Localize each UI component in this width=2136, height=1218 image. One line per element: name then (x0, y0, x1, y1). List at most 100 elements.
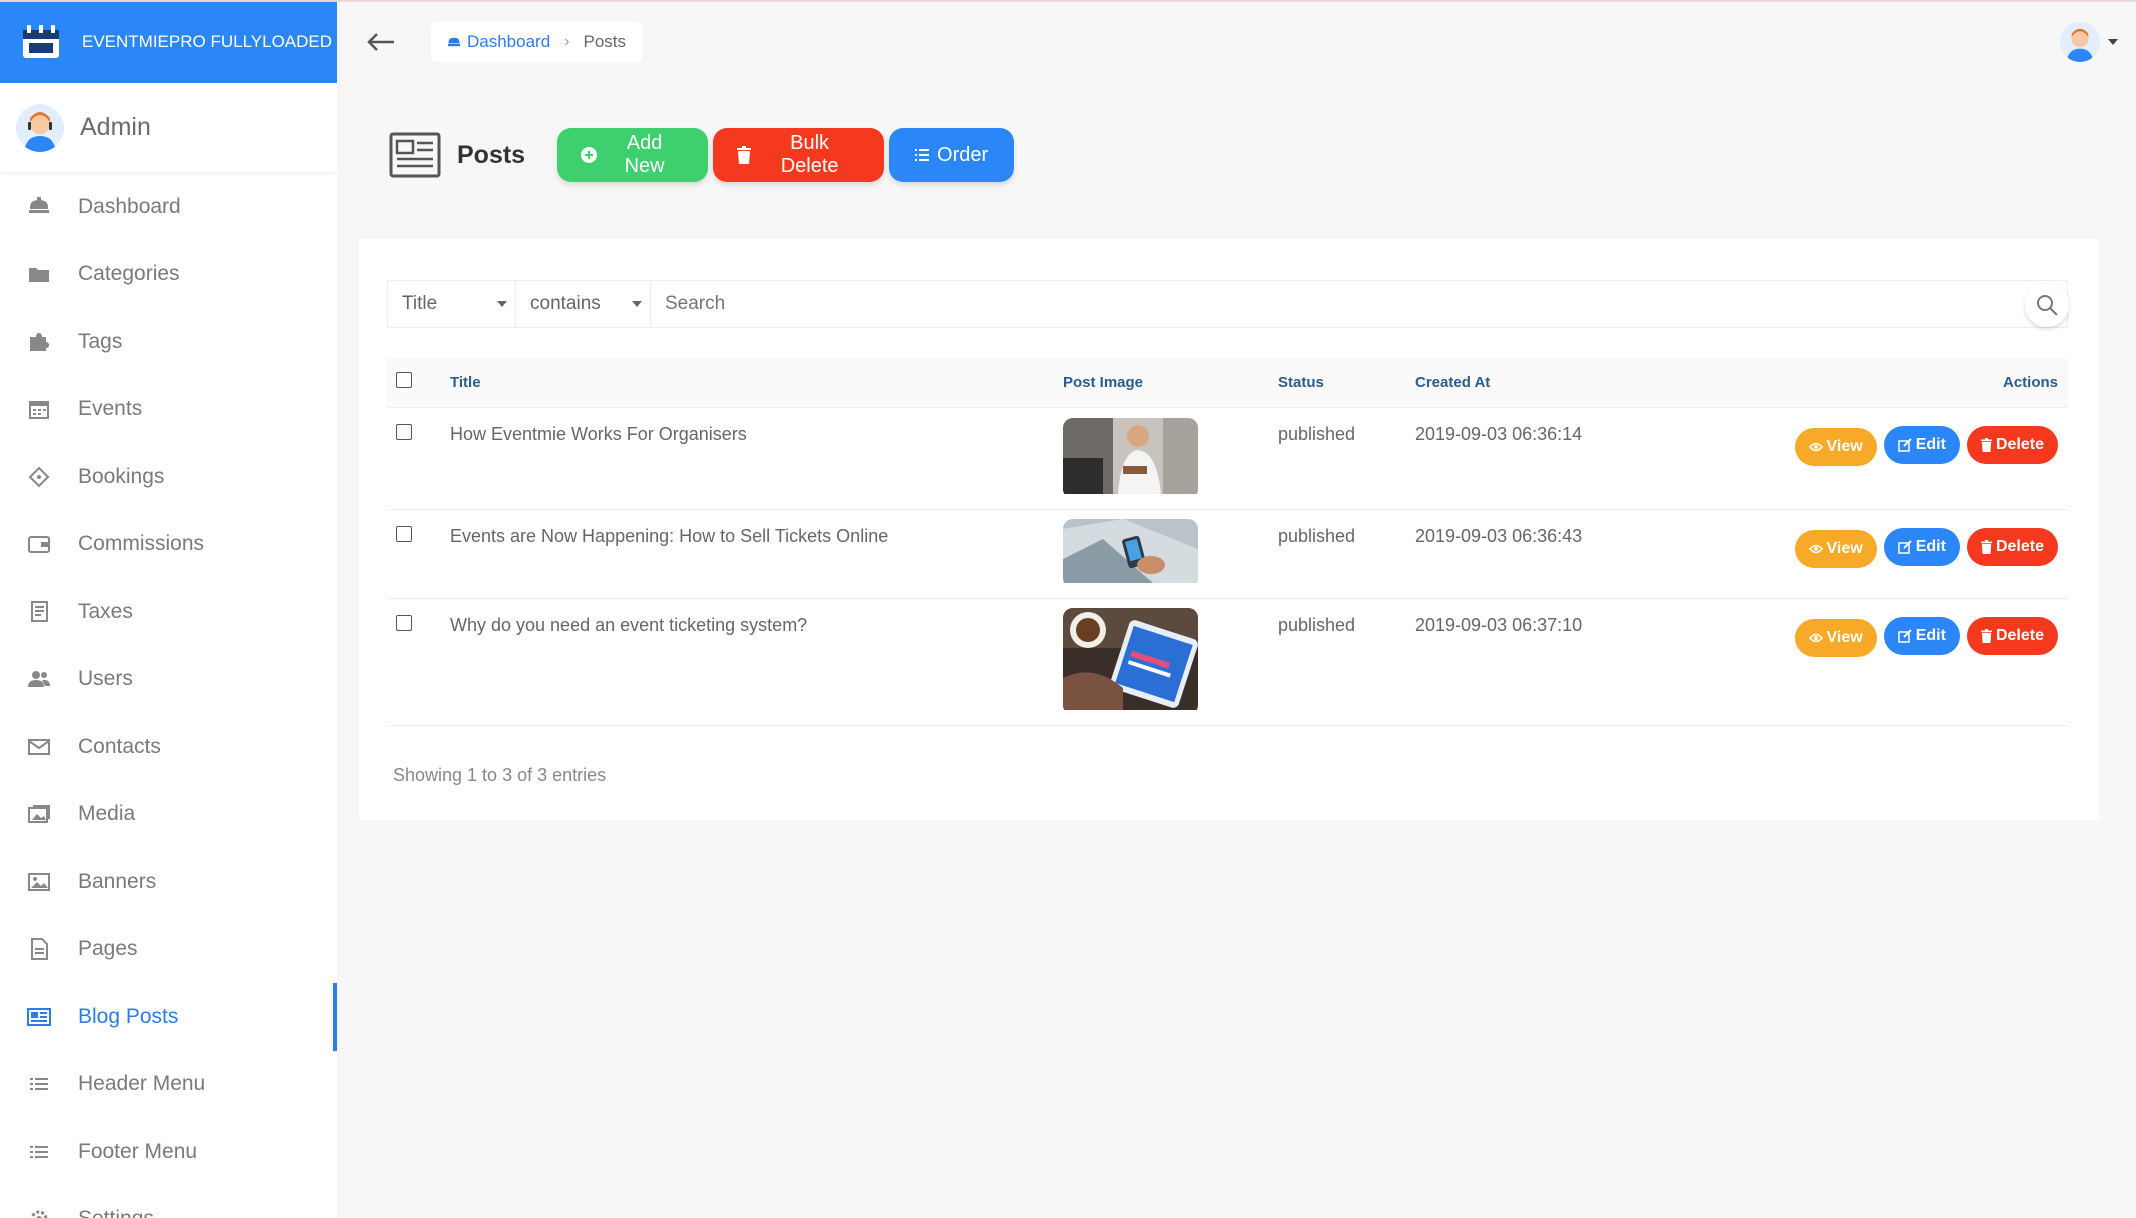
top-accent-line (0, 0, 2136, 2)
sidebar-item-settings[interactable]: Settings (0, 1186, 337, 1218)
breadcrumb: Dashboard › Posts (431, 21, 643, 62)
breadcrumb-dashboard-link[interactable]: Dashboard (447, 32, 550, 52)
order-button[interactable]: Order (889, 128, 1015, 182)
search-input[interactable] (651, 281, 2067, 327)
delete-button[interactable]: Delete (1966, 527, 2058, 566)
post-image (1063, 607, 1198, 715)
newspaper-icon (389, 131, 441, 179)
sidebar-nav: Dashboard Categories Tags Events Booking… (0, 173, 337, 1218)
post-image-cell (1063, 509, 1278, 599)
delete-label: Delete (1995, 537, 2044, 555)
list-icon (26, 1071, 52, 1097)
sidebar-item-blog-posts[interactable]: Blog Posts (0, 983, 337, 1051)
post-image (1063, 417, 1198, 499)
sidebar-item-header-menu[interactable]: Header Menu (0, 1051, 337, 1119)
view-label: View (1826, 539, 1863, 557)
post-status: published (1278, 598, 1415, 726)
sidebar-item-users[interactable]: Users (0, 646, 337, 714)
post-image (1063, 518, 1198, 588)
sidebar-user[interactable]: Admin (0, 83, 337, 173)
search-icon (2037, 295, 2058, 316)
row-checkbox[interactable] (396, 423, 412, 440)
table-header-row: Title Post Image Status Created At Actio… (387, 358, 2068, 408)
filter-field-select[interactable]: Title (388, 281, 516, 327)
table-row: Why do you need an event ticketing syste… (387, 598, 2068, 726)
bulk-delete-button[interactable]: Bulk Delete (713, 128, 885, 182)
view-label: View (1826, 628, 1863, 646)
view-button[interactable]: View (1794, 618, 1877, 657)
dashboard-icon (448, 37, 460, 46)
sidebar-item-label: Dashboard (78, 194, 181, 218)
delete-label: Delete (1995, 435, 2044, 453)
edit-button[interactable]: Edit (1883, 527, 1960, 566)
add-new-button[interactable]: Add New (557, 128, 709, 182)
sidebar-item-categories[interactable]: Categories (0, 241, 337, 309)
table-row: How Eventmie Works For Organisers publis… (387, 407, 2068, 510)
users-icon (26, 666, 52, 692)
eye-icon (1808, 633, 1823, 643)
sidebar-item-media[interactable]: Media (0, 781, 337, 849)
sidebar: EVENTMIEPRO FULLYLOADED Admin Dashboard … (0, 0, 337, 1218)
breadcrumb-current: Posts (583, 31, 627, 51)
sidebar-item-tags[interactable]: Tags (0, 308, 337, 376)
gear-icon (26, 1206, 52, 1218)
breadcrumb-home-label: Dashboard (467, 31, 551, 51)
row-checkbox[interactable] (396, 614, 412, 631)
eye-icon (1808, 544, 1823, 554)
receipt-icon (26, 599, 52, 625)
sidebar-item-taxes[interactable]: Taxes (0, 578, 337, 646)
sidebar-item-banners[interactable]: Banners (0, 848, 337, 916)
back-arrow-icon[interactable] (361, 22, 401, 62)
col-title-header[interactable]: Title (450, 358, 1063, 408)
sidebar-item-footer-menu[interactable]: Footer Menu (0, 1118, 337, 1186)
post-title: Why do you need an event ticketing syste… (450, 598, 1063, 726)
sidebar-item-pages[interactable]: Pages (0, 916, 337, 984)
delete-button[interactable]: Delete (1966, 616, 2058, 655)
breadcrumb-separator-icon: › (564, 32, 570, 50)
view-button[interactable]: View (1794, 529, 1877, 568)
sidebar-item-dashboard[interactable]: Dashboard (0, 173, 337, 241)
select-all-cell (387, 358, 450, 408)
sidebar-item-commissions[interactable]: Commissions (0, 511, 337, 579)
edit-button[interactable]: Edit (1883, 616, 1960, 655)
row-select-cell (387, 407, 450, 510)
page-title: Posts (457, 140, 526, 169)
sidebar-item-label: Events (78, 397, 143, 421)
search-button[interactable] (2025, 283, 2069, 327)
add-new-label: Add New (624, 132, 665, 177)
user-menu[interactable] (2060, 22, 2118, 62)
top-bar: Dashboard › Posts (337, 0, 2136, 83)
bulk-delete-label: Bulk Delete (780, 132, 839, 177)
posts-table: Title Post Image Status Created At Actio… (387, 358, 2068, 726)
puzzle-icon (26, 329, 52, 355)
col-status-header[interactable]: Status (1278, 358, 1415, 408)
delete-button[interactable]: Delete (1966, 425, 2058, 464)
folder-icon (26, 261, 52, 287)
file-icon (26, 936, 52, 962)
images-icon (26, 801, 52, 827)
row-select-cell (387, 598, 450, 726)
col-actions-header: Actions (1765, 358, 2068, 408)
row-checkbox[interactable] (396, 525, 412, 542)
edit-button[interactable]: Edit (1883, 425, 1960, 464)
delete-label: Delete (1995, 626, 2044, 644)
post-title: How Eventmie Works For Organisers (450, 407, 1063, 510)
edit-icon (1897, 539, 1912, 554)
col-created-header[interactable]: Created At (1415, 358, 1765, 408)
trash-icon (1981, 437, 1992, 452)
col-image-header: Post Image (1063, 358, 1278, 408)
list-icon (915, 149, 930, 161)
sidebar-item-bookings[interactable]: Bookings (0, 443, 337, 511)
sidebar-item-label: Taxes (78, 599, 133, 623)
view-button[interactable]: View (1794, 427, 1877, 466)
sidebar-item-label: Header Menu (78, 1072, 206, 1096)
sidebar-item-label: Pages (78, 937, 138, 961)
sidebar-item-contacts[interactable]: Contacts (0, 713, 337, 781)
select-all-checkbox[interactable] (396, 372, 412, 389)
filter-operator-select[interactable]: contains (516, 281, 651, 327)
trash-icon (1981, 539, 1992, 554)
brand-bar[interactable]: EVENTMIEPRO FULLYLOADED (0, 0, 337, 83)
trash-icon (1981, 628, 1992, 643)
sidebar-item-events[interactable]: Events (0, 376, 337, 444)
page-header: Posts Add New Bulk Delete Order (389, 128, 1019, 182)
